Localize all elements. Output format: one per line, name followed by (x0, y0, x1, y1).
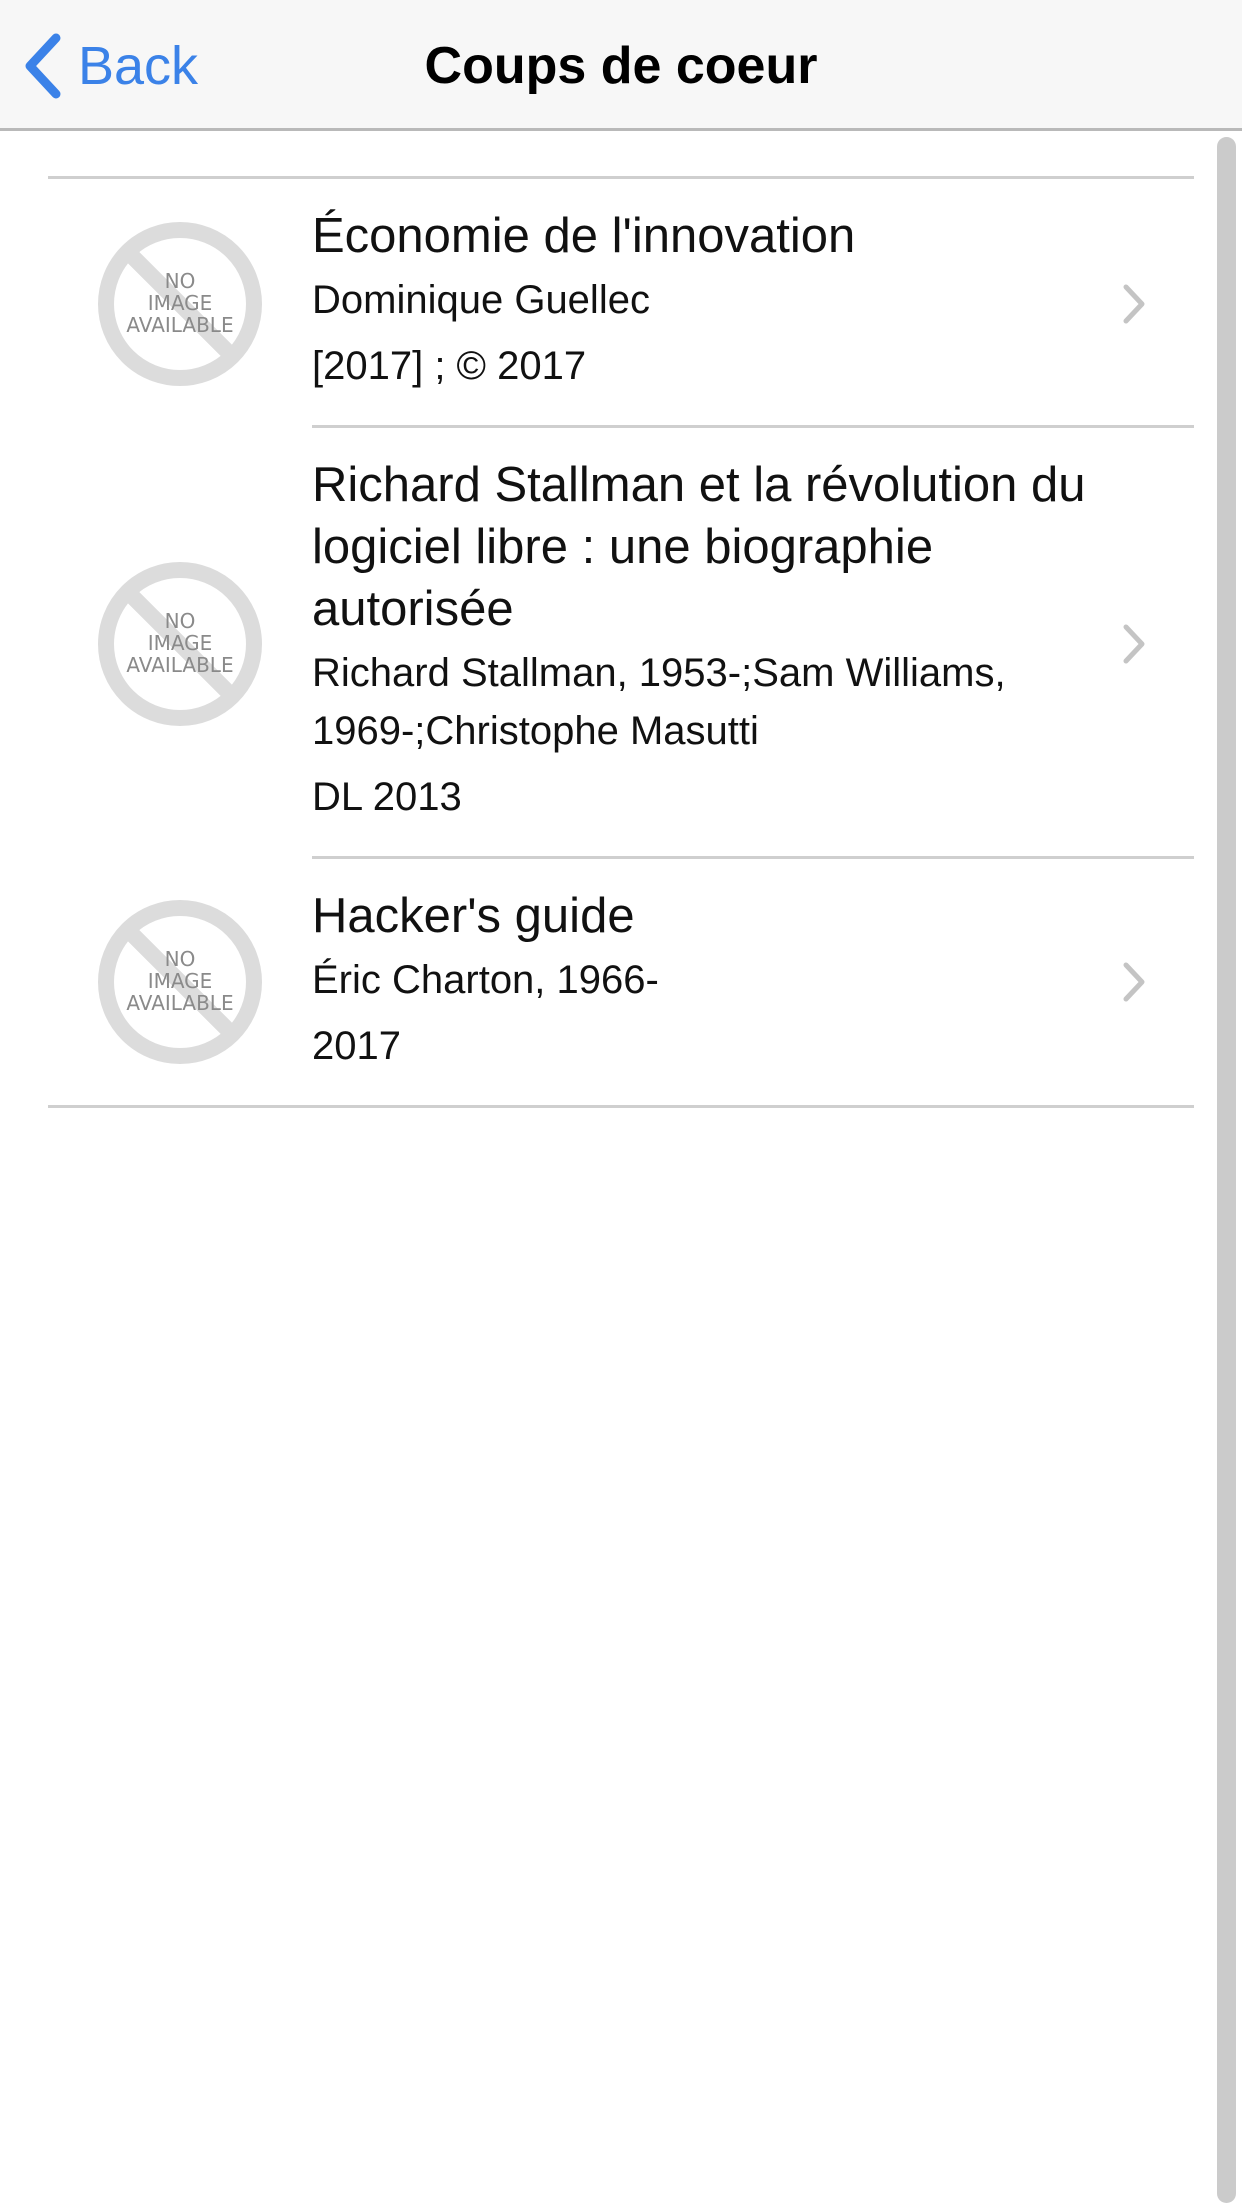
thumbnail: NO IMAGE AVAILABLE (48, 220, 312, 388)
no-image-line1: NO (165, 609, 196, 633)
book-authors: Richard Stallman, 1953-;Sam Williams, 19… (312, 651, 1006, 753)
book-title: Richard Stallman et la révolution du log… (312, 458, 1086, 636)
book-title: Économie de l'innovation (312, 209, 856, 263)
no-image-available-icon: NO IMAGE AVAILABLE (98, 900, 262, 1064)
chevron-right-icon (1123, 962, 1145, 1002)
list-item[interactable]: NO IMAGE AVAILABLE Économie de l'innovat… (48, 179, 1194, 428)
book-authors: Dominique Guellec (312, 278, 650, 322)
no-image-line3: AVAILABLE (126, 991, 233, 1015)
book-date: [2017] ; © 2017 (312, 344, 587, 388)
navigation-bar: Back Coups de coeur (0, 0, 1242, 131)
book-authors: Éric Charton, 1966- (312, 958, 659, 1002)
thumbnail: NO IMAGE AVAILABLE (48, 560, 312, 728)
no-image-line2: IMAGE (148, 291, 213, 315)
book-details: Économie de l'innovation Dominique Guell… (312, 179, 1194, 428)
book-date: DL 2013 (312, 775, 462, 819)
book-title: Hacker's guide (312, 889, 635, 943)
no-image-line1: NO (165, 947, 196, 971)
scrollbar-thumb[interactable] (1217, 137, 1236, 2203)
book-list: NO IMAGE AVAILABLE Économie de l'innovat… (48, 176, 1194, 1108)
book-details: Richard Stallman et la révolution du log… (312, 428, 1194, 859)
page-title: Coups de coeur (424, 37, 818, 95)
scrollbar[interactable] (1217, 137, 1236, 2203)
chevron-right-icon (1123, 624, 1145, 663)
chevron-right-icon (1123, 284, 1145, 323)
no-image-line2: IMAGE (148, 969, 213, 993)
no-image-line3: AVAILABLE (126, 653, 233, 677)
no-image-line1: NO (165, 269, 196, 293)
list-item[interactable]: NO IMAGE AVAILABLE Hacker's guide Éric C… (48, 859, 1194, 1105)
no-image-line3: AVAILABLE (126, 313, 233, 337)
list-item[interactable]: NO IMAGE AVAILABLE Richard Stallman et l… (48, 428, 1194, 859)
book-details: Hacker's guide Éric Charton, 1966- 2017 (312, 859, 1194, 1105)
no-image-available-icon: NO IMAGE AVAILABLE (98, 221, 262, 386)
no-image-available-icon: NO IMAGE AVAILABLE (98, 561, 262, 726)
book-date: 2017 (312, 1024, 401, 1068)
no-image-line2: IMAGE (148, 631, 213, 655)
thumbnail: NO IMAGE AVAILABLE (48, 898, 312, 1066)
